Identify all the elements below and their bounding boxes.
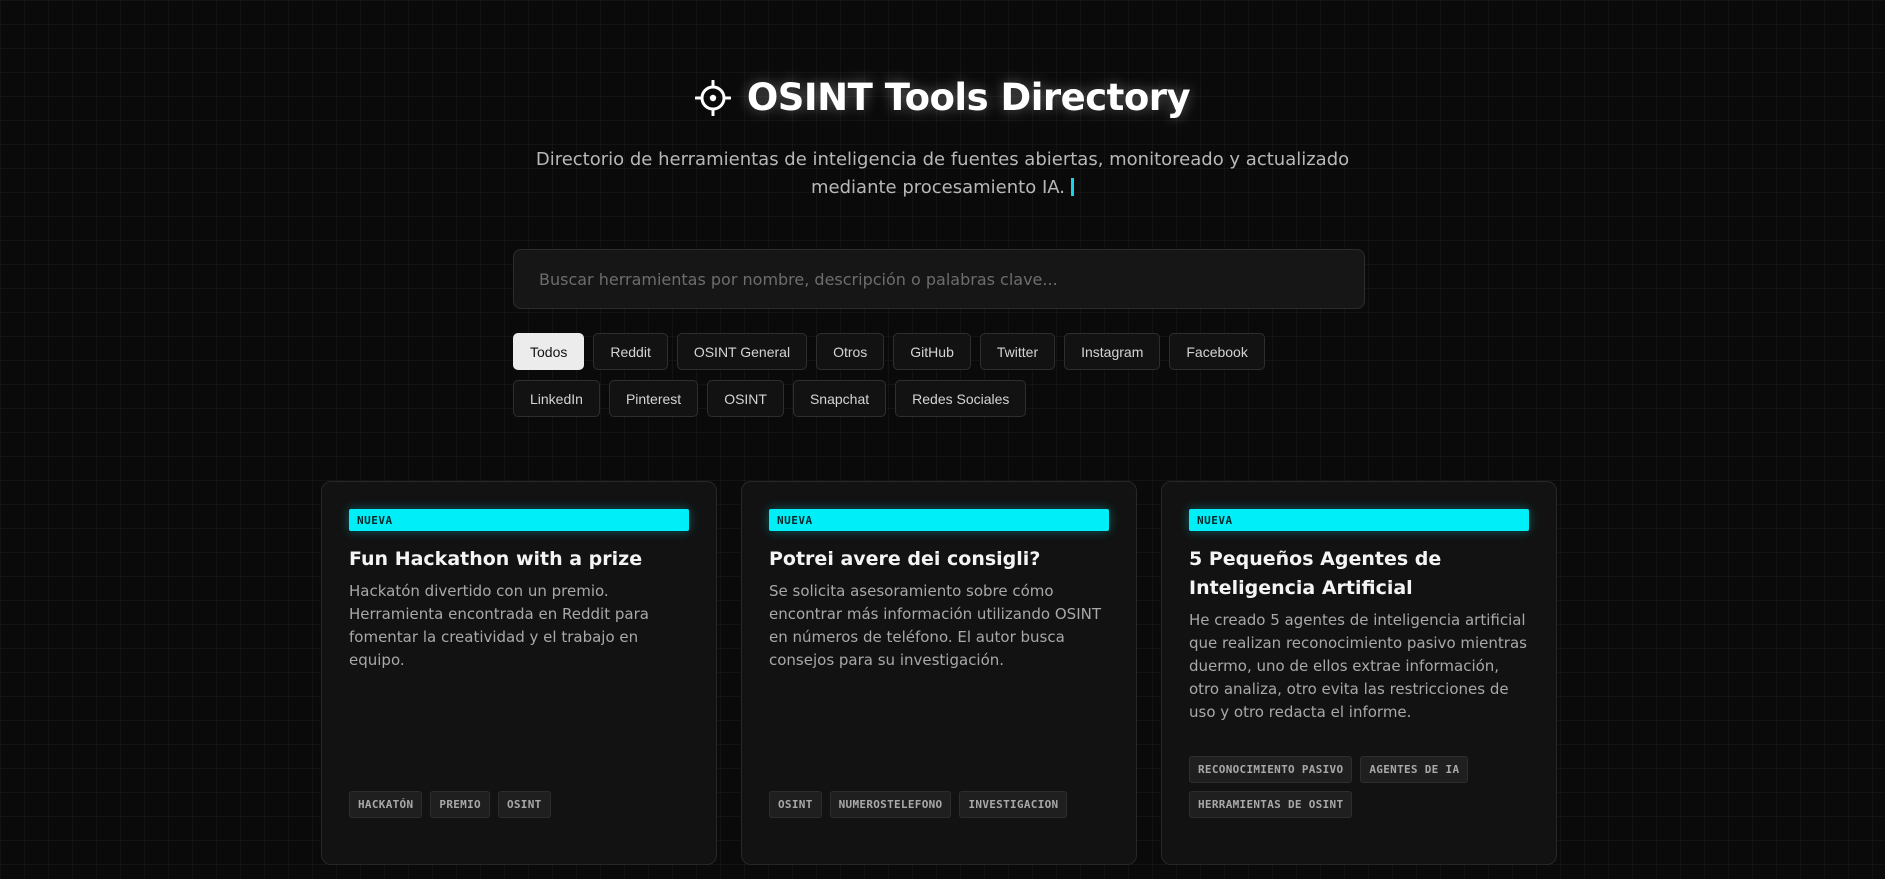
filter-chip-twitter[interactable]: Twitter <box>979 333 1056 370</box>
tool-card[interactable]: NUEVA Potrei avere dei consigli? Se soli… <box>741 481 1137 865</box>
filter-chip-todos[interactable]: Todos <box>513 333 585 370</box>
filter-chip-otros[interactable]: Otros <box>816 333 885 370</box>
page-header: OSINT Tools Directory <box>0 76 1885 119</box>
filter-chip-instagram[interactable]: Instagram <box>1064 333 1161 370</box>
typing-cursor <box>1071 178 1074 196</box>
card-title[interactable]: 5 Pequeños Agentes de Inteligencia Artif… <box>1189 545 1529 603</box>
card-title[interactable]: Potrei avere dei consigli? <box>769 545 1109 574</box>
tag: OSINT <box>769 791 822 818</box>
tag: NUMEROSTELEFONO <box>829 791 952 818</box>
tag: HACKATÓN <box>349 791 423 818</box>
tag: PREMIO <box>430 791 490 818</box>
search-box[interactable] <box>513 249 1365 309</box>
crosshair-icon <box>694 79 731 116</box>
filter-bar: Todos Reddit OSINT General Otros GitHub … <box>513 333 1333 417</box>
subtitle-line-1: Directorio de herramientas de inteligenc… <box>535 149 1350 170</box>
card-description: He creado 5 agentes de inteligencia arti… <box>1189 611 1527 721</box>
card-description: Se solicita asesoramiento sobre cómo enc… <box>769 582 1101 669</box>
filter-chip-osint[interactable]: OSINT <box>707 380 784 417</box>
card-description: Hackatón divertido con un premio. Herram… <box>349 582 649 669</box>
filter-chip-osint-general[interactable]: OSINT General <box>676 333 808 370</box>
tag: HERRAMIENTAS DE OSINT <box>1189 791 1353 818</box>
card-title[interactable]: Fun Hackathon with a prize <box>349 545 689 574</box>
tag: OSINT <box>497 791 551 818</box>
filter-chip-reddit[interactable]: Reddit <box>593 333 668 370</box>
tag: INVESTIGACION <box>959 791 1068 818</box>
subtitle-line-2: mediante procesamiento IA. <box>0 174 1885 202</box>
filter-chip-linkedin[interactable]: LinkedIn <box>513 380 600 417</box>
new-badge: NUEVA <box>769 509 1109 531</box>
tool-card[interactable]: NUEVA 5 Pequeños Agentes de Inteligencia… <box>1161 481 1557 865</box>
card-tags: OSINT NUMEROSTELEFONO INVESTIGACION <box>769 791 1109 818</box>
tag: RECONOCIMIENTO PASIVO <box>1189 756 1353 783</box>
new-badge: NUEVA <box>349 509 689 531</box>
filter-chip-snapchat[interactable]: Snapchat <box>792 380 887 417</box>
tool-card[interactable]: NUEVA Fun Hackathon with a prize Hackató… <box>321 481 717 865</box>
page-subtitle: Directorio de herramientas de inteligenc… <box>0 146 1885 202</box>
filter-chip-github[interactable]: GitHub <box>893 333 971 370</box>
filter-chip-redes-sociales[interactable]: Redes Sociales <box>895 380 1027 417</box>
filter-chip-pinterest[interactable]: Pinterest <box>608 380 699 417</box>
subtitle-line-2-text: mediante procesamiento IA. <box>811 177 1065 198</box>
search-input[interactable] <box>537 268 1341 290</box>
filter-chip-facebook[interactable]: Facebook <box>1169 333 1265 370</box>
card-tags: HACKATÓN PREMIO OSINT <box>349 791 689 818</box>
page-title: OSINT Tools Directory <box>746 76 1191 119</box>
card-tags: RECONOCIMIENTO PASIVO AGENTES DE IA HERR… <box>1189 756 1529 818</box>
tag: AGENTES DE IA <box>1360 756 1469 783</box>
new-badge: NUEVA <box>1189 509 1529 531</box>
